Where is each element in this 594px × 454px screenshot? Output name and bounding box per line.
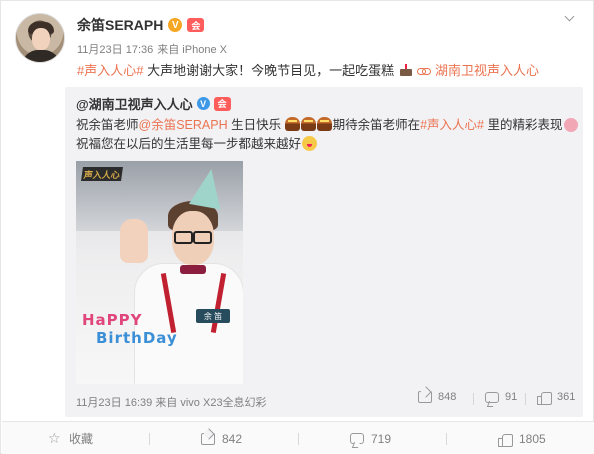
repost-text-suffix: 里的精彩表现 bbox=[484, 118, 563, 132]
post-text: #声入人心# 大声地谢谢大家！今晚节目见，一起吃蛋糕 湖南卫视声入人心 bbox=[77, 61, 539, 81]
repost-username[interactable]: @湖南卫视声入人心 bbox=[76, 94, 193, 113]
star-icon: ☆ bbox=[48, 430, 61, 447]
like-icon bbox=[537, 391, 552, 405]
repost-text-after: 期待余笛老师在 bbox=[332, 118, 421, 132]
avatar[interactable] bbox=[15, 13, 65, 63]
verified-badge-icon: V bbox=[168, 18, 183, 32]
divider bbox=[298, 433, 299, 445]
repost-text-prefix: 祝余笛老师 bbox=[76, 118, 139, 132]
post-source: 来自 iPhone X bbox=[157, 44, 227, 56]
comment-icon bbox=[350, 433, 364, 444]
chevron-down-icon[interactable] bbox=[562, 11, 578, 27]
repost-comment-count: 91 bbox=[505, 391, 518, 403]
username[interactable]: 余笛SERAPH bbox=[77, 15, 163, 35]
share-button[interactable]: 842 bbox=[201, 422, 242, 454]
repost-meta: 11月23日 16:39 来自 vivo X23全息幻彩 bbox=[76, 394, 267, 410]
repost-share-button[interactable]: 848 bbox=[418, 391, 456, 403]
share-icon bbox=[418, 391, 432, 403]
repost-comment-button[interactable]: 91 bbox=[485, 391, 517, 403]
member-icon[interactable]: 会 bbox=[187, 18, 205, 32]
post-image[interactable]: 声入人心 余 笛 HaPPY BirthDay bbox=[76, 161, 243, 384]
mention-link[interactable]: @余笛SERAPH bbox=[139, 118, 228, 132]
avatar-face bbox=[32, 28, 50, 50]
share-icon bbox=[201, 432, 215, 445]
topic-link[interactable]: 湖南卫视声入人心 bbox=[435, 63, 539, 78]
image-glasses bbox=[174, 231, 212, 244]
show-logo: 声入人心 bbox=[81, 167, 123, 181]
pig-emoji-icon bbox=[564, 118, 579, 132]
post-meta: 11月23日 17:36 来自 iPhone X bbox=[77, 41, 227, 57]
repost-user-row: @湖南卫视声入人心 V 会 bbox=[76, 94, 231, 113]
like-count: 1805 bbox=[519, 431, 546, 446]
like-icon bbox=[498, 433, 513, 447]
action-bar: ☆ 收藏 842 719 1805 bbox=[2, 421, 594, 454]
blowing-kiss-emoji-icon bbox=[302, 136, 318, 151]
share-count: 842 bbox=[222, 431, 243, 446]
repost-text-line2: 祝福您在以后的生活里每一步都越来越好 bbox=[76, 136, 318, 152]
divider bbox=[473, 393, 474, 405]
repost-text-mid: 生日快乐 bbox=[227, 118, 282, 132]
favorite-button[interactable]: ☆ 收藏 bbox=[48, 422, 93, 454]
repost-timestamp[interactable]: 11月23日 16:39 bbox=[76, 397, 152, 409]
repost-source: 来自 vivo X23全息幻彩 bbox=[155, 397, 267, 409]
hashtag-link[interactable]: #声入人心# bbox=[77, 63, 143, 78]
hashtag-link[interactable]: #声入人心# bbox=[420, 118, 484, 132]
party-hat-icon bbox=[188, 166, 228, 210]
member-icon[interactable]: 会 bbox=[213, 96, 231, 111]
repost-text-line2-content: 祝福您在以后的生活里每一步都越来越好 bbox=[76, 137, 302, 151]
weibo-post-card: 余笛SERAPH V 会 11月23日 17:36 来自 iPhone X #声… bbox=[0, 0, 594, 454]
image-hand bbox=[120, 219, 148, 263]
cake-emoji-icon bbox=[300, 117, 316, 131]
birthday-overlay: HaPPY BirthDay bbox=[82, 311, 178, 347]
post-body: 大声地谢谢大家！今晚节目见，一起吃蛋糕 bbox=[147, 63, 395, 78]
divider bbox=[446, 433, 447, 445]
divider bbox=[149, 433, 150, 445]
verified-badge-icon: V bbox=[196, 97, 210, 110]
birthday-overlay-line1: HaPPY bbox=[82, 311, 143, 329]
avatar-shirt bbox=[22, 50, 60, 62]
repost-text-line1: 祝余笛老师@余笛SERAPH 生日快乐 期待余笛老师在#声入人心# 里的精彩表现 bbox=[76, 117, 579, 133]
bow-tie bbox=[180, 265, 206, 274]
like-button[interactable]: 1805 bbox=[498, 422, 546, 454]
post-timestamp[interactable]: 11月23日 17:36 bbox=[77, 41, 153, 57]
cake-emoji-icon bbox=[284, 117, 300, 131]
repost-share-count: 848 bbox=[438, 391, 457, 403]
repost-like-button[interactable]: 361 bbox=[537, 391, 576, 405]
comment-button[interactable]: 719 bbox=[350, 422, 391, 454]
comment-icon bbox=[485, 391, 499, 403]
name-tag: 余 笛 bbox=[196, 309, 230, 323]
cake-emoji-icon bbox=[316, 117, 332, 131]
cake-icon bbox=[399, 64, 413, 76]
birthday-overlay-line2: BirthDay bbox=[96, 329, 178, 347]
username-row: 余笛SERAPH V 会 bbox=[77, 15, 205, 35]
favorite-label: 收藏 bbox=[69, 432, 94, 446]
divider bbox=[525, 393, 526, 405]
repost-like-count: 361 bbox=[557, 391, 576, 403]
link-icon bbox=[417, 66, 432, 76]
repost-box: @湖南卫视声入人心 V 会 祝余笛老师@余笛SERAPH 生日快乐 期待余笛老师… bbox=[65, 87, 583, 417]
comment-count: 719 bbox=[371, 431, 392, 446]
